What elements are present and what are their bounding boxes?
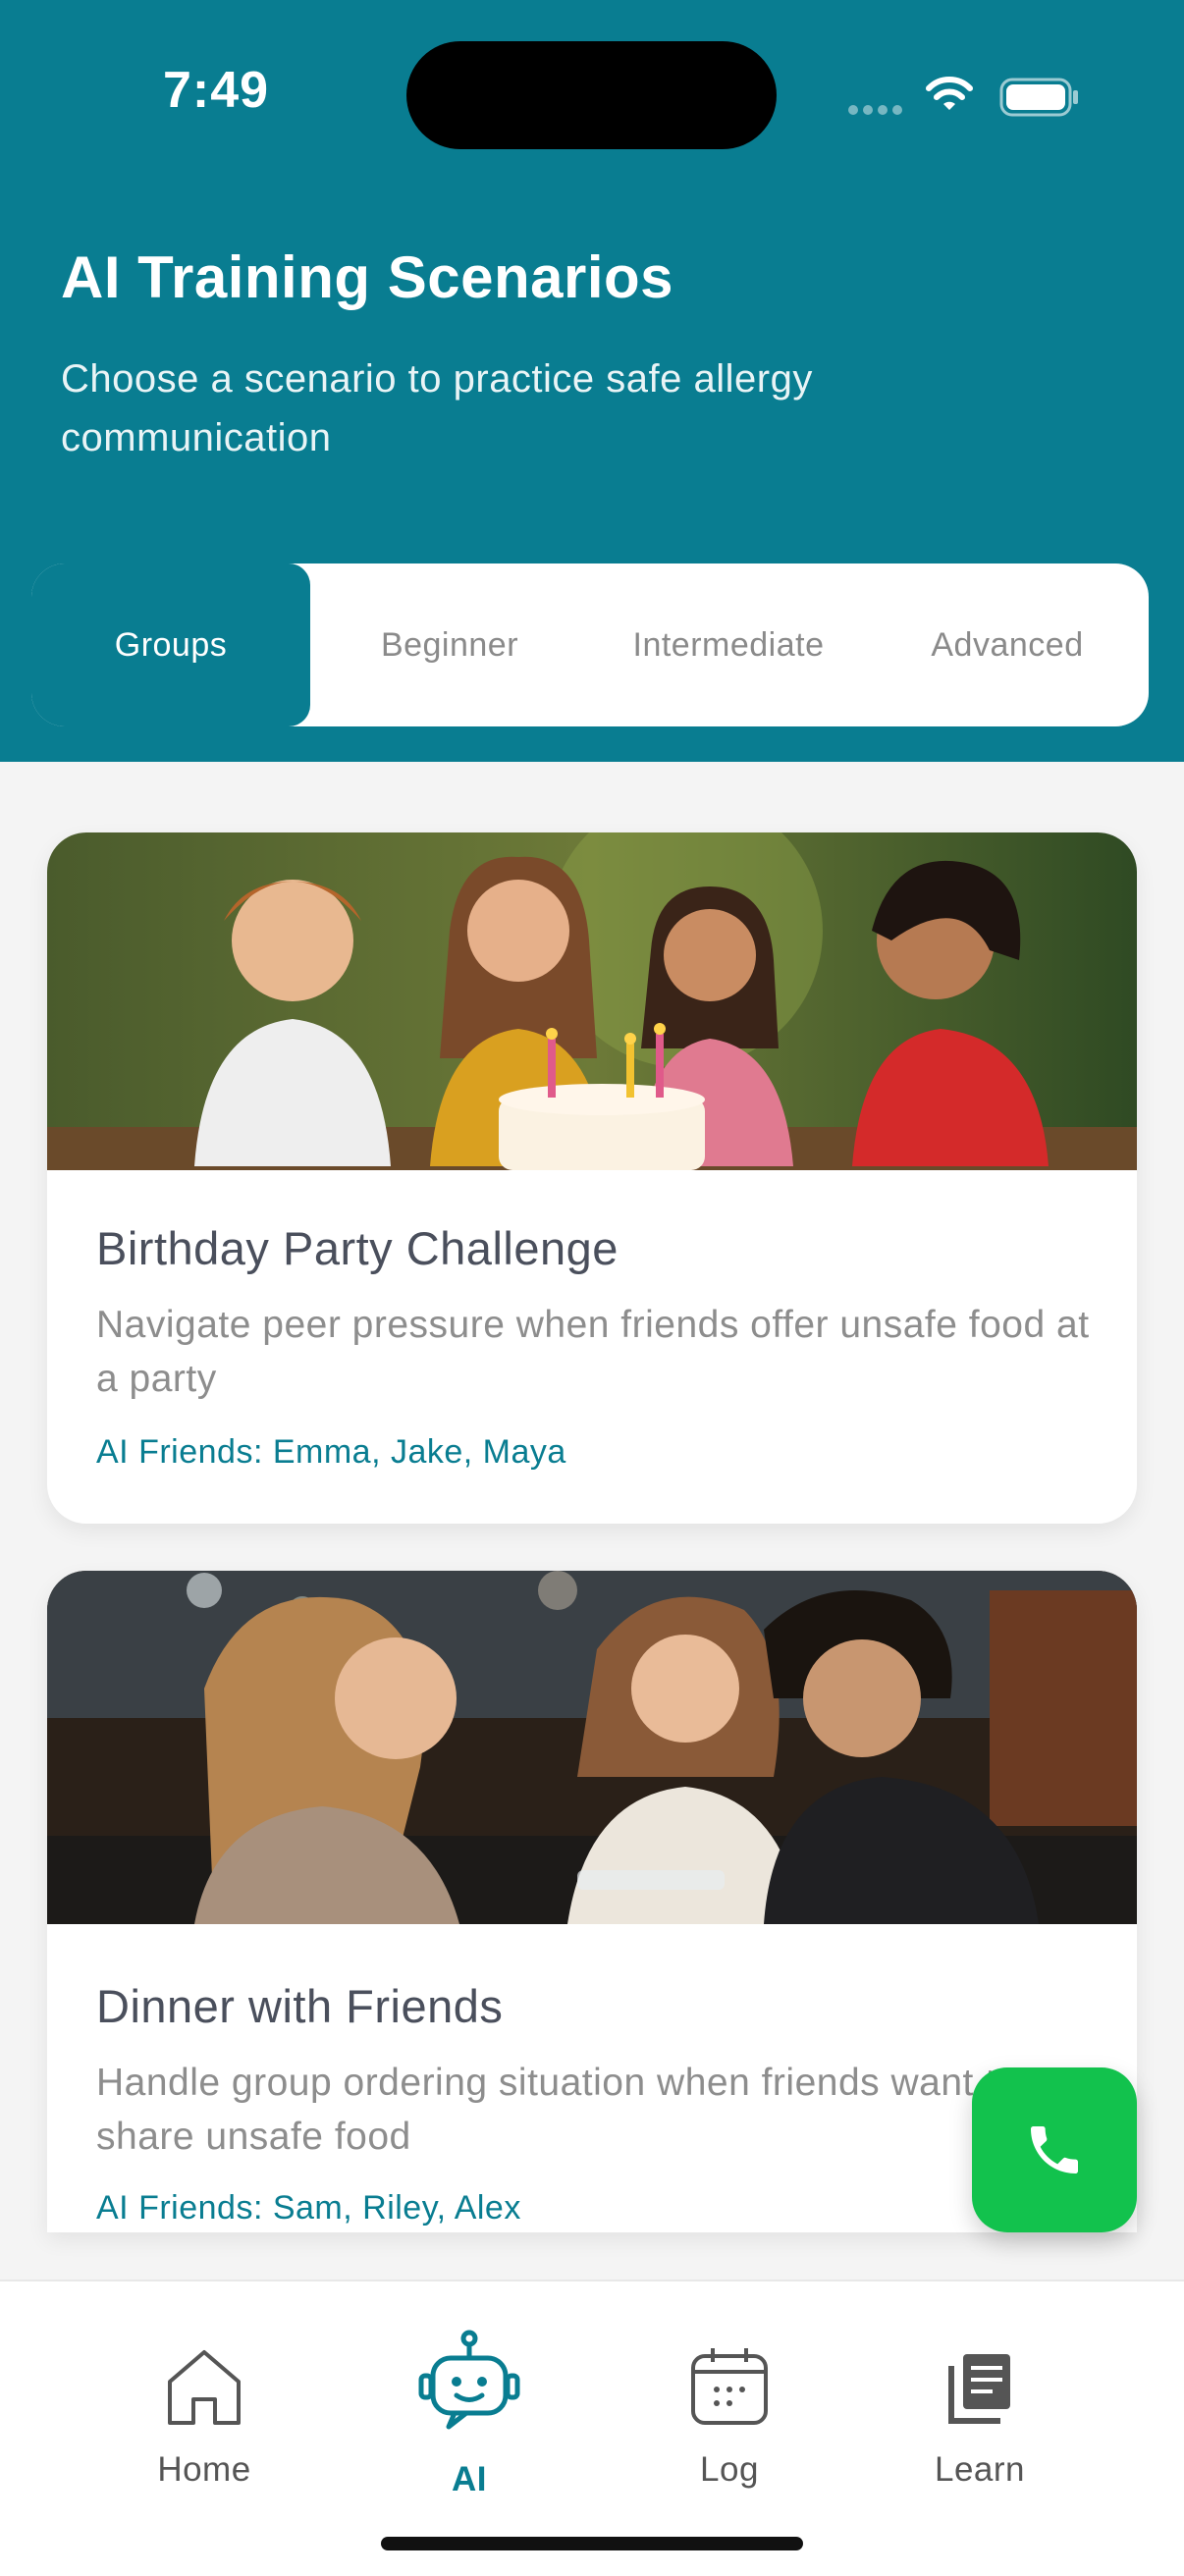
- cellular-signal-icon: [848, 102, 907, 120]
- battery-icon: [999, 78, 1078, 117]
- call-button[interactable]: [972, 2067, 1137, 2232]
- tab-advanced[interactable]: Advanced: [868, 564, 1147, 726]
- scenario-image: [47, 1571, 1137, 1924]
- nav-item-home[interactable]: Home: [106, 2281, 302, 2576]
- header: 7:49 AI Training Scenarios Choose a scen…: [0, 0, 1184, 762]
- calendar-icon: [691, 2348, 768, 2425]
- scenario-ai-friends: AI Friends: Sam, Riley, Alex: [96, 2189, 521, 2227]
- book-stack-icon: [948, 2354, 1010, 2424]
- scenario-description: Handle group ordering situation when fri…: [96, 2062, 1018, 2158]
- dynamic-island: [406, 41, 777, 149]
- scenario-level-tabs: Groups Beginner Intermediate Advanced: [31, 564, 1149, 726]
- nav-item-learn[interactable]: Learn: [882, 2281, 1078, 2576]
- scenario-description: Navigate peer pressure when friends offe…: [96, 1304, 1090, 1400]
- nav-label: Home: [157, 2450, 251, 2489]
- scenario-image: [47, 832, 1137, 1170]
- home-indicator: [381, 2537, 803, 2550]
- robot-icon: [418, 2330, 520, 2430]
- home-icon: [168, 2350, 241, 2425]
- scenario-title: Birthday Party Challenge: [96, 1222, 619, 1274]
- page-title: AI Training Scenarios: [61, 244, 674, 310]
- tab-groups[interactable]: Groups: [31, 564, 310, 726]
- scenario-title: Dinner with Friends: [96, 1980, 504, 2032]
- nav-label: AI: [452, 2460, 487, 2498]
- scenario-ai-friends: AI Friends: Emma, Jake, Maya: [96, 1433, 566, 1471]
- wifi-icon: [926, 77, 973, 110]
- tab-beginner[interactable]: Beginner: [310, 564, 589, 726]
- bottom-nav: Home AI Log Learn: [0, 2280, 1184, 2576]
- scenario-card-birthday-party[interactable]: Birthday Party Challenge Navigate peer p…: [47, 832, 1137, 1524]
- page-subtitle: Choose a scenario to practice safe aller…: [61, 357, 813, 459]
- status-time: 7:49: [163, 62, 270, 119]
- nav-item-log[interactable]: Log: [631, 2281, 828, 2576]
- phone-icon: [1031, 2126, 1078, 2174]
- tab-intermediate[interactable]: Intermediate: [589, 564, 868, 726]
- nav-label: Learn: [934, 2450, 1026, 2489]
- nav-label: Log: [700, 2450, 759, 2489]
- nav-item-ai[interactable]: AI: [371, 2281, 567, 2576]
